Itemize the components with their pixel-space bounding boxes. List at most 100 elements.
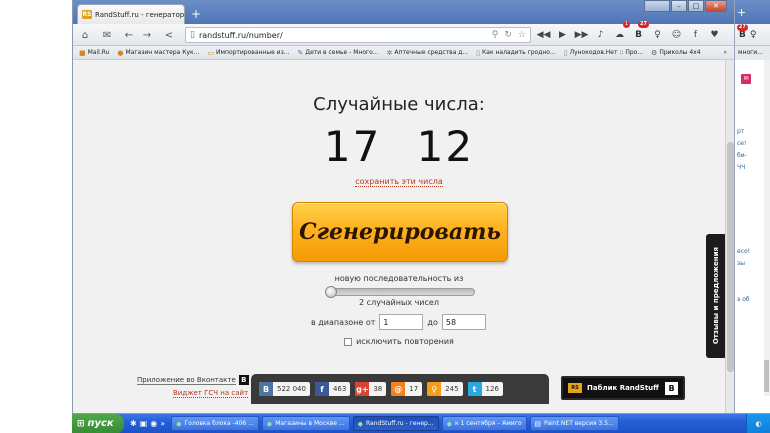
side-text: рт — [737, 128, 745, 135]
maximize-button[interactable]: □ — [688, 0, 704, 12]
taskbar-item[interactable]: ◆ к 1 сентября – Амиго — [441, 416, 527, 431]
bookmark-item[interactable]: ▯ Лунокодов.Нет :: Про... — [564, 49, 643, 57]
desktop-icon[interactable]: ▣ — [140, 419, 148, 428]
gear-icon: ✲ — [386, 48, 393, 57]
start-label: пуск — [87, 418, 114, 429]
language-icon[interactable]: ◐ — [755, 420, 761, 428]
sequence-label: новую последовательность из — [334, 274, 464, 283]
page-icon: ▯ — [563, 48, 568, 57]
exclude-repeats-checkbox[interactable] — [344, 337, 353, 346]
tab-title: RandStuff.ru - генератор случ — [95, 10, 185, 19]
side-text: би- — [737, 152, 747, 159]
vk-icon: В — [259, 382, 273, 396]
taskbar: ⊞ пуск ✱ ▣ ◉ » ◆ Головка блока -406 ... ◆… — [72, 413, 770, 433]
vk-app-label: Приложение во Вконтакте — [137, 375, 236, 385]
save-numbers-link[interactable]: сохранить эти числа — [355, 177, 443, 187]
bookmark-item[interactable]: ▭ Импортированные из... — [207, 49, 289, 57]
public-label: Паблик RandStuff — [587, 384, 659, 392]
minimize-button[interactable]: – — [671, 0, 687, 12]
mailru-icon: @ — [391, 382, 406, 396]
background-bookmark[interactable]: многи... — [735, 46, 770, 60]
new-tab-button[interactable]: + — [188, 6, 204, 22]
taskbar-item-active[interactable]: ◆ RandStuff.ru - генер... — [352, 416, 439, 431]
vk-logo-icon: В — [665, 381, 678, 395]
bookmark-item[interactable]: ⚙ Приколы 4х4 — [651, 49, 700, 57]
twitter-icon[interactable]: ♥ — [706, 27, 723, 43]
amigo-icon: ◆ — [446, 419, 452, 428]
close-window-button[interactable]: ✕ — [705, 0, 727, 12]
back-button[interactable]: ← — [121, 27, 137, 43]
play-icon[interactable]: ▶ — [554, 27, 571, 43]
feedback-tab[interactable]: Отзывы и предложения — [706, 234, 725, 358]
background-scrollbar[interactable] — [764, 60, 770, 396]
bookmark-item[interactable]: ✲ Аптечные средства д... — [387, 49, 469, 57]
scrollbar-thumb[interactable] — [727, 142, 734, 372]
odnoklassniki-icon[interactable]: ♀ — [649, 27, 666, 43]
mail-icon[interactable]: ✉ — [99, 27, 115, 43]
share-odnoklassniki-button[interactable]: ♀ 245 — [427, 382, 463, 396]
range-row: в диапазоне от 1 до 58 — [311, 314, 486, 330]
tab-strip: RS RandStuff.ru - генератор случ × + – □… — [73, 0, 735, 24]
googleplus-icon: g+ — [355, 382, 370, 396]
share-count: 463 — [332, 385, 347, 393]
mailru-icon: ■ — [79, 48, 86, 57]
widget-link[interactable]: Виджет ГСЧ на сайт — [173, 389, 249, 398]
save-numbers-link-wrap: сохранить эти числа — [73, 177, 725, 187]
share-twitter-button[interactable]: t 126 — [467, 382, 503, 396]
public-link[interactable]: RS Паблик RandStuff В — [561, 376, 685, 400]
chat-icon[interactable]: ☁ 1 — [611, 21, 630, 43]
vk-icon[interactable]: В 27 — [736, 23, 748, 40]
bookmark-item[interactable]: ▯ Как наладить гродно... — [476, 49, 556, 57]
search-icon[interactable]: ⚲ — [492, 30, 499, 40]
share-facebook-button[interactable]: f 463 — [314, 382, 351, 396]
odnoklassniki-icon[interactable]: ♀ — [750, 30, 757, 40]
facebook-icon[interactable]: f — [687, 27, 704, 43]
scrollbar-thumb[interactable] — [764, 360, 769, 392]
random-number: 17 — [323, 122, 382, 171]
background-tab-strip: + — [735, 0, 770, 24]
share-count: 522 040 — [277, 385, 306, 393]
share-icon[interactable]: < — [161, 27, 177, 43]
exclude-repeats-label[interactable]: исключить повторения — [356, 337, 454, 346]
taskbar-item[interactable]: ▤ Paint.NET версия 3.5... — [529, 416, 619, 431]
start-button[interactable]: ⊞ пуск — [72, 413, 124, 433]
moy-mir-icon[interactable]: ☺ — [668, 27, 685, 43]
taskbar-item[interactable]: ◆ Головка блока -406 ... — [171, 416, 259, 431]
screen: RS RandStuff.ru - генератор случ × + – □… — [0, 0, 770, 433]
browser-icon[interactable]: ◉ — [150, 419, 157, 428]
bookmark-item[interactable]: ● Магазин мастера Кук... — [117, 49, 199, 57]
music-note-icon[interactable]: ♪ — [592, 27, 609, 43]
bookmark-item[interactable]: ■ Mail.Ru — [79, 49, 109, 57]
share-count: 17 — [409, 385, 419, 393]
bookmark-item[interactable]: ✎ Дети в семье - Много... — [298, 49, 379, 57]
share-googleplus-button[interactable]: g+ 38 — [355, 382, 387, 396]
range-to-label: до — [427, 317, 438, 327]
taskbar-item[interactable]: ◆ Магазины в Москве ... — [261, 416, 350, 431]
tab-randstuff[interactable]: RS RandStuff.ru - генератор случ × — [77, 4, 185, 24]
vk-icon[interactable]: В 27 — [630, 21, 649, 43]
new-tab-button[interactable]: + — [737, 6, 746, 19]
profile-button[interactable] — [644, 0, 670, 12]
slider-handle[interactable] — [325, 286, 337, 298]
rewind-icon[interactable]: ◀◀ — [535, 27, 552, 43]
range-from-input[interactable]: 1 — [379, 314, 424, 330]
vk-notification-badge: 27 — [638, 21, 649, 28]
share-count: 126 — [485, 385, 499, 393]
forward-button[interactable]: → — [139, 27, 155, 43]
system-tray[interactable]: ◐ — [746, 413, 770, 433]
share-vk-button[interactable]: В 522 040 — [259, 382, 310, 396]
count-slider[interactable] — [325, 286, 475, 298]
address-bar[interactable]: ▯ randstuff.ru/number/ ⚲ ↻ ☆ — [185, 27, 531, 43]
star-icon[interactable]: ☆ — [518, 30, 526, 40]
bluetooth-icon[interactable]: ✱ — [130, 419, 137, 428]
fast-forward-icon[interactable]: ▶▶ — [573, 27, 590, 43]
share-mailru-button[interactable]: @17 — [391, 382, 423, 396]
notification-icon[interactable]: ✉ — [741, 74, 751, 84]
reload-icon[interactable]: ↻ — [504, 30, 512, 40]
expand-icon[interactable]: » — [160, 419, 165, 428]
vk-app-link[interactable]: Приложение во Вконтакте В — [137, 375, 249, 385]
generate-button[interactable]: Сгенерировать — [292, 202, 508, 262]
feedback-label: Отзывы и предложения — [711, 247, 720, 345]
range-to-input[interactable]: 58 — [441, 314, 486, 330]
home-icon[interactable]: ⌂ — [77, 27, 93, 43]
